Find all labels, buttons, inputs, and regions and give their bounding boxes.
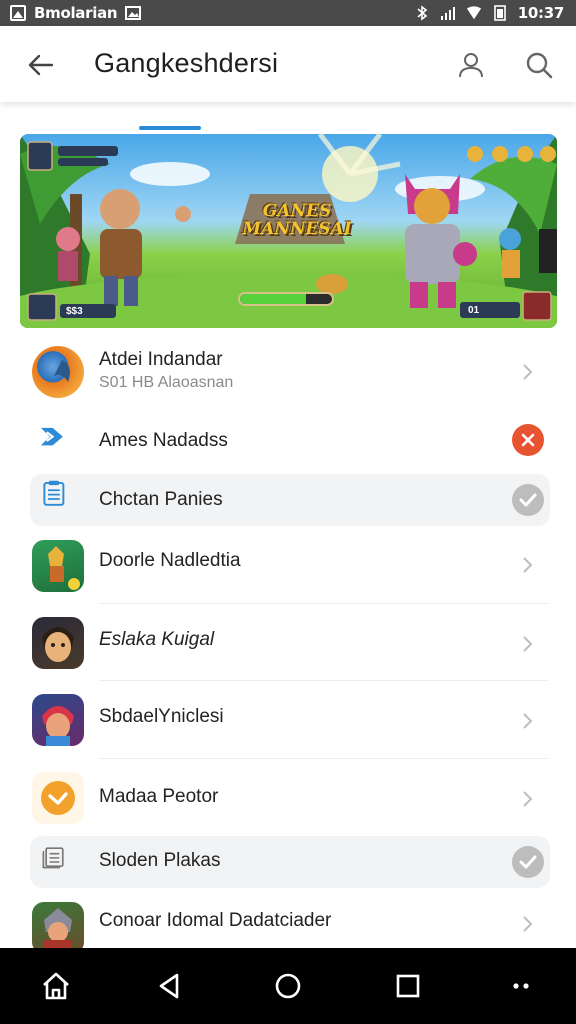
image-icon — [125, 6, 142, 20]
clipboard-icon — [42, 847, 64, 869]
list-item[interactable]: Madaa Peotor — [0, 770, 576, 836]
list-item[interactable]: Atdei Indandar S01 HB Alaoasnan — [0, 340, 576, 406]
list-item-title: Sloden Plakas — [99, 850, 221, 871]
search-icon[interactable] — [524, 50, 554, 80]
chevron-right-icon — [523, 713, 533, 729]
list-item[interactable]: Sloden Plakas — [0, 836, 576, 888]
list-item[interactable]: SbdaelYniclesi — [0, 692, 576, 758]
tab-indicator — [139, 126, 201, 130]
orange-chevron-icon — [32, 772, 84, 824]
featured-game-banner[interactable]: GANES MANNESAI $$3 01 — [20, 134, 557, 328]
system-nav-bar — [0, 948, 576, 1024]
list-item-title: Chctan Panies — [99, 489, 223, 510]
list-item[interactable]: Chctan Panies — [0, 474, 576, 526]
more-dots-icon[interactable] — [505, 970, 537, 1002]
chevron-right-icon — [523, 557, 533, 573]
check-badge-icon[interactable] — [512, 846, 544, 878]
page-title: Gangkeshdersi — [94, 48, 279, 78]
list-item-title: SbdaelYniclesi — [99, 706, 224, 727]
recents-square-icon[interactable] — [392, 970, 424, 1002]
document-list-icon — [43, 480, 65, 506]
list-item-title: Eslaka Kuigal — [99, 629, 215, 650]
list-item[interactable]: Conoar Idomal Dadatciader — [0, 898, 576, 954]
person-icon[interactable] — [456, 50, 486, 80]
game-character-icon — [32, 540, 84, 592]
banner-game-title: GANES MANNESAI — [232, 202, 362, 238]
list-item-title: Atdei Indandar — [99, 349, 223, 370]
status-app-name: Bmolarian — [34, 4, 118, 22]
app-screen: Bmolarian 10:37 Gangkeshdersi GANES MANN… — [0, 0, 576, 1024]
arrow-left-icon[interactable] — [26, 50, 56, 80]
game-portrait-icon — [32, 617, 84, 669]
banner-title-line1: GANES — [262, 201, 332, 221]
banner-title-line2: MANNESAI — [242, 219, 352, 239]
home-circle-icon[interactable] — [272, 970, 304, 1002]
chevron-right-icon — [523, 636, 533, 652]
list-item[interactable]: Doorle Nadledtia — [0, 536, 576, 602]
status-bar: Bmolarian 10:37 — [0, 0, 576, 26]
banner-hud-left-text: $$3 — [66, 306, 83, 317]
banner-progress-fill — [240, 294, 307, 304]
bluetooth-icon — [417, 5, 428, 21]
app-icon — [10, 5, 26, 21]
list-divider — [99, 758, 548, 759]
close-badge-icon[interactable] — [512, 424, 544, 456]
list-item-title: Madaa Peotor — [99, 786, 219, 807]
check-badge-icon[interactable] — [512, 484, 544, 516]
list-divider — [99, 603, 548, 604]
game-logo-icon — [32, 346, 84, 398]
chevron-right-icon — [523, 791, 533, 807]
list-item-title: Doorle Nadledtia — [99, 550, 241, 571]
list-item-title: Ames Nadadss — [99, 430, 228, 451]
battery-icon — [493, 5, 506, 21]
banner-progress-bar — [238, 292, 334, 306]
list-divider — [99, 680, 548, 681]
status-time: 10:37 — [517, 4, 565, 22]
list-item-subtitle: S01 HB Alaoasnan — [99, 374, 234, 391]
banner-hud-right-text: 01 — [468, 305, 480, 316]
back-triangle-icon[interactable] — [153, 970, 185, 1002]
play-arrow-icon — [40, 427, 63, 446]
wifi-icon — [466, 6, 481, 20]
chevron-right-icon — [523, 364, 533, 380]
home-icon[interactable] — [40, 970, 72, 1002]
list-item[interactable]: Ames Nadadss — [0, 420, 576, 476]
signal-icon — [440, 7, 455, 20]
game-warrior-icon — [32, 902, 84, 954]
chevron-right-icon — [523, 916, 533, 932]
list-item[interactable]: Eslaka Kuigal — [0, 615, 576, 681]
list-item-title: Conoar Idomal Dadatciader — [99, 910, 332, 931]
app-bar: Gangkeshdersi — [0, 26, 576, 102]
game-hero-icon — [32, 694, 84, 746]
